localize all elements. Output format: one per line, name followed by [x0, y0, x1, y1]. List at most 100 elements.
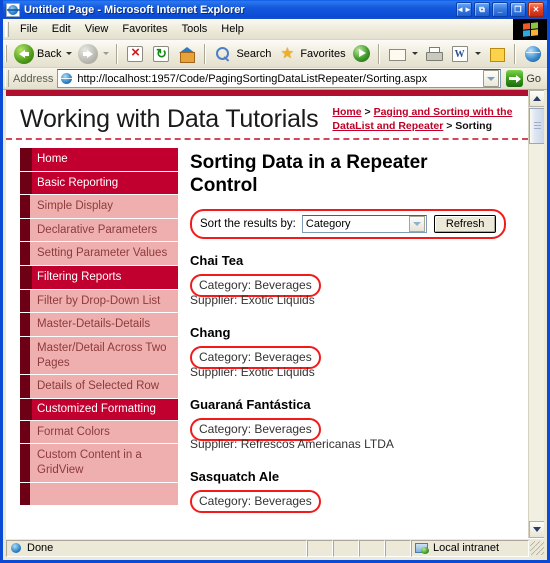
- mail-icon: [387, 44, 407, 64]
- menu-item-favorites[interactable]: Favorites: [115, 21, 174, 37]
- back-chevron-down-icon[interactable]: [66, 52, 73, 55]
- go-arrow-icon: [506, 70, 524, 87]
- resize-grip[interactable]: [530, 541, 544, 555]
- home-button[interactable]: [174, 42, 200, 66]
- address-chevron-down-icon[interactable]: [483, 70, 500, 87]
- security-zone-text: Local intranet: [433, 542, 500, 554]
- menu-item-help[interactable]: Help: [214, 21, 251, 37]
- sidebar-item-format-colors[interactable]: Format Colors: [20, 420, 178, 445]
- word-chevron-down-icon[interactable]: [474, 52, 481, 55]
- search-button[interactable]: Search: [210, 42, 274, 66]
- sidebar-item-customized-formatting[interactable]: Customized Formatting: [20, 399, 178, 421]
- windows-flag-logo[interactable]: [513, 18, 547, 40]
- go-button[interactable]: Go: [501, 70, 545, 87]
- sidebar-item-basic-reporting[interactable]: Basic Reporting: [20, 171, 178, 195]
- sidebar-item-declarative-parameters[interactable]: Declarative Parameters: [20, 218, 178, 243]
- menu-item-view[interactable]: View: [78, 21, 116, 37]
- status-text: Done: [27, 542, 54, 554]
- breadcrumb-link-home[interactable]: Home: [332, 106, 361, 118]
- windows-flag-icon: [522, 21, 538, 37]
- chevron-down-icon: [533, 527, 541, 532]
- sidebar-item-details-of-selected-row[interactable]: Details of Selected Row: [20, 375, 178, 400]
- toolbar-separator: [116, 43, 119, 64]
- close-button[interactable]: ✕: [528, 2, 544, 17]
- sidebar-item-master-detail-across-two-pages[interactable]: Master/Detail Across Two Pages: [20, 336, 178, 376]
- sidebar-item-custom-content-in-a-gridview[interactable]: Custom Content in a GridView: [20, 444, 178, 483]
- window-title: Untitled Page - Microsoft Internet Explo…: [24, 3, 245, 16]
- toolbar-separator-2: [204, 43, 207, 64]
- page-viewport: Working with Data Tutorials Home > Pagin…: [6, 90, 544, 538]
- chevron-down-icon[interactable]: [408, 216, 425, 233]
- sidebar-item-filtering-reports[interactable]: Filtering Reports: [20, 266, 178, 290]
- notes-button[interactable]: [484, 42, 510, 66]
- favorites-button[interactable]: Favorites: [274, 42, 348, 66]
- menu-item-tools[interactable]: Tools: [175, 21, 215, 37]
- home-icon: [177, 44, 197, 64]
- local-intranet-icon: [415, 542, 429, 555]
- minimize-icon: _: [497, 4, 503, 14]
- sort-dropdown[interactable]: Category: [301, 215, 427, 234]
- product-item: Chai Tea Category: Beverages Supplier: E…: [190, 253, 518, 307]
- refresh-button[interactable]: [148, 42, 174, 66]
- go-label: Go: [526, 72, 541, 85]
- print-button[interactable]: [421, 42, 447, 66]
- sidebar-item-master-details-details[interactable]: Master-Details-Details: [20, 313, 178, 337]
- restore-window-button[interactable]: ⧉: [474, 2, 490, 17]
- refresh-results-button[interactable]: Refresh: [433, 215, 497, 234]
- mail-button[interactable]: [384, 42, 421, 66]
- back-icon: [14, 43, 34, 64]
- forward-icon: [78, 43, 99, 64]
- menu-grip-handle[interactable]: [5, 21, 10, 37]
- print-icon: [424, 44, 444, 64]
- restore-group-icon: ◄►: [456, 4, 472, 14]
- messenger-globe-icon: [524, 45, 541, 62]
- toolbar: Back Search Favorites: [3, 40, 547, 68]
- bird-button[interactable]: [546, 42, 550, 66]
- media-icon: [352, 45, 370, 62]
- sidebar: Home Basic Reporting Simple Display Decl…: [6, 140, 178, 507]
- status-cell-2: [333, 539, 359, 557]
- restore-group-button[interactable]: ◄►: [456, 2, 472, 17]
- security-zone[interactable]: Local intranet: [411, 539, 529, 557]
- forward-button[interactable]: [75, 42, 112, 66]
- sidebar-item-setting-parameter-values[interactable]: Setting Parameter Values: [20, 242, 178, 267]
- sort-label: Sort the results by:: [200, 218, 296, 231]
- favorites-label: Favorites: [300, 47, 346, 60]
- toolbar-grip-handle[interactable]: [5, 45, 7, 62]
- product-name: Sasquatch Ale: [190, 469, 280, 485]
- toolbar-separator-3: [377, 43, 380, 64]
- edit-word-button[interactable]: [447, 42, 484, 66]
- back-button[interactable]: Back: [11, 42, 75, 66]
- page-scrollbar[interactable]: [528, 90, 544, 538]
- address-grip-handle[interactable]: [5, 70, 9, 87]
- ie-page-icon: [6, 2, 20, 17]
- mail-chevron-down-icon[interactable]: [411, 52, 418, 55]
- menu-item-edit[interactable]: Edit: [45, 21, 78, 37]
- status-cell-1: [307, 539, 333, 557]
- scroll-up-button[interactable]: [529, 90, 544, 107]
- product-category: Category: Beverages: [199, 422, 312, 437]
- product-category: Category: Beverages: [199, 350, 312, 365]
- stop-button[interactable]: [122, 42, 148, 66]
- forward-chevron-down-icon: [103, 52, 110, 55]
- sidebar-nav: Home Basic Reporting Simple Display Decl…: [20, 148, 178, 507]
- sidebar-item-partial[interactable]: [20, 482, 178, 507]
- media-button[interactable]: [349, 42, 374, 66]
- scroll-down-button[interactable]: [529, 521, 544, 538]
- status-bar: Done Local intranet: [6, 538, 544, 557]
- menu-item-file[interactable]: File: [13, 21, 45, 37]
- product-category: Category: Beverages: [199, 494, 312, 509]
- address-input[interactable]: http://localhost:1957/Code/PagingSorting…: [57, 69, 502, 88]
- minimize-button[interactable]: _: [492, 2, 508, 17]
- chevron-up-icon: [533, 96, 541, 101]
- scrollbar-thumb[interactable]: [529, 108, 544, 144]
- sidebar-item-home[interactable]: Home: [20, 148, 178, 172]
- sidebar-item-simple-display[interactable]: Simple Display: [20, 195, 178, 219]
- maximize-button[interactable]: ❐: [510, 2, 526, 17]
- messenger-button[interactable]: [520, 42, 546, 66]
- product-category-highlight: Category: Beverages: [190, 490, 321, 514]
- address-bar: Address http://localhost:1957/Code/Pagin…: [3, 68, 547, 90]
- sidebar-item-filter-by-drop-down-list[interactable]: Filter by Drop-Down List: [20, 289, 178, 314]
- search-label: Search: [236, 47, 272, 60]
- back-label: Back: [37, 47, 62, 60]
